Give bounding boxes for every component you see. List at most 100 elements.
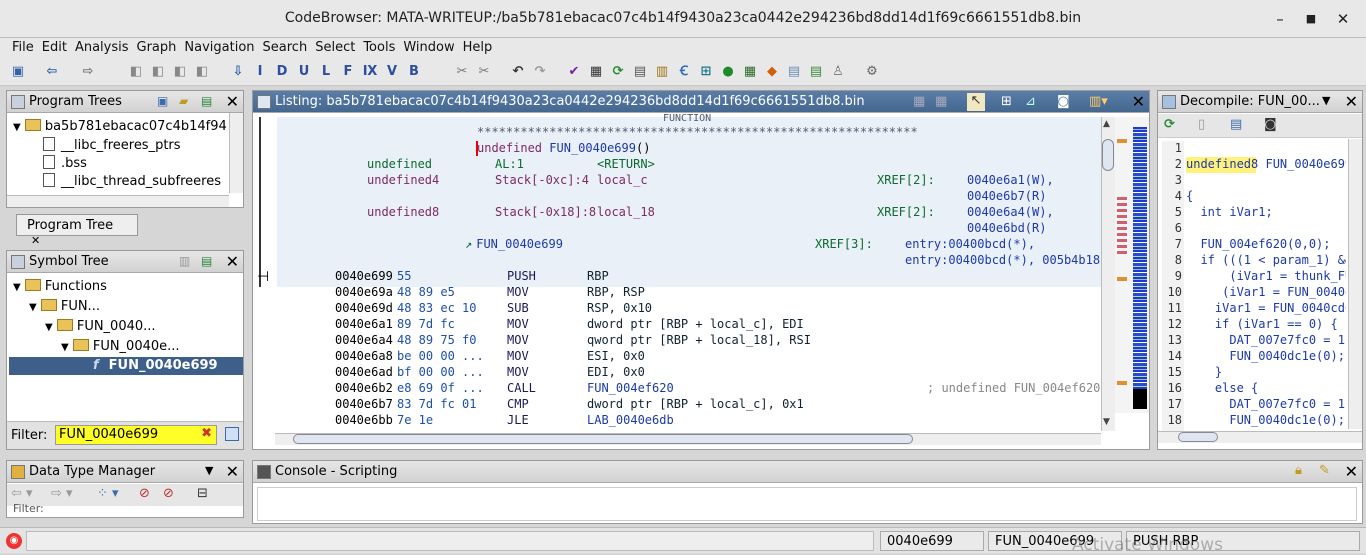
xref-ref[interactable]: 0040e6a1(W), (967, 173, 1054, 189)
close-icon[interactable]: ✕ (1132, 92, 1145, 111)
clear-console-icon[interactable]: ✎ (1319, 463, 1330, 478)
cursor-mode-icon[interactable]: ↖ (967, 93, 985, 111)
instruction-mnemonic[interactable]: MOV (507, 365, 529, 381)
nav-prev-icon[interactable]: ◧ (128, 64, 144, 80)
menu-graph[interactable]: Graph (133, 38, 181, 55)
code-line[interactable]: (iVar1 = thunk_FU (1186, 269, 1346, 285)
xref-ref[interactable]: 0040e6bd(R) (967, 221, 1046, 237)
filter-arrays-icon[interactable]: ⊘ (163, 486, 174, 501)
scroll-up-icon[interactable]: ▲ (1103, 119, 1113, 129)
collapse-all-icon[interactable]: ⊟ (197, 486, 208, 501)
pin-icon[interactable]: ▥ (179, 254, 190, 268)
code-line[interactable]: { (1186, 189, 1346, 205)
back-icon[interactable]: ⇦ (44, 64, 60, 80)
close-icon[interactable]: ✕ (1345, 92, 1358, 111)
symbol-node[interactable]: ▼ FUN... (29, 299, 100, 314)
tree-root[interactable]: ▼ ba5b781ebacac07c4b14f94 (13, 119, 227, 134)
instruction-mnemonic[interactable]: JLE (507, 413, 529, 429)
code-line[interactable]: else { (1186, 381, 1346, 397)
copy-icon[interactable]: ▦ (913, 94, 925, 109)
function-label[interactable]: ↗ FUN_0040e699 (465, 237, 563, 253)
menu-window[interactable]: Window (399, 38, 458, 55)
error-icon[interactable]: ◉ (6, 533, 22, 549)
next-bytes-icon[interactable]: Ⅸ (362, 64, 378, 80)
menu-analysis[interactable]: Analysis (71, 38, 133, 55)
code-line[interactable] (1186, 221, 1346, 237)
undo-icon[interactable]: ↶ (510, 64, 526, 80)
collapse-icon[interactable]: ▼ (13, 282, 21, 293)
var-name[interactable]: local_18 (597, 205, 655, 221)
calculator-icon[interactable]: ▦ (588, 64, 604, 80)
instruction-address[interactable]: 0040e6b7 (335, 397, 393, 413)
symbol-node[interactable]: ▼ FUN_0040... (45, 319, 156, 334)
instruction-address[interactable]: 0040e6a1 (335, 317, 393, 333)
menu-tools[interactable]: Tools (359, 38, 399, 55)
var-name[interactable]: local_c (597, 173, 648, 189)
tree-item[interactable]: __libc_freeres_ptrs (43, 137, 181, 153)
menu-edit[interactable]: Edit (38, 38, 71, 55)
close-tab-icon[interactable]: ✕ (31, 234, 40, 247)
instruction-operands[interactable]: dword ptr [RBP + local_c], 0x1 (587, 397, 804, 413)
next-label-icon[interactable]: L (318, 64, 334, 80)
symbol-node[interactable]: ▼ FUN_0040e... (61, 339, 180, 354)
next-bookmark-icon[interactable]: B (406, 64, 422, 80)
export-tree-icon[interactable]: ▤ (201, 94, 212, 108)
next-down-icon[interactable]: ⇩ (230, 64, 246, 80)
scroll-thumb[interactable] (1102, 139, 1114, 171)
sig-name[interactable]: FUN_0040e699 (549, 141, 636, 155)
sync-icon[interactable]: ⁘ ▾ (97, 486, 119, 501)
instruction-address[interactable]: 0040e699 (335, 269, 393, 285)
minimize-button[interactable]: – (1270, 9, 1290, 29)
export-icon[interactable]: ▤ (808, 64, 824, 80)
redo-icon[interactable]: ↷ (532, 64, 548, 80)
menu-dropdown-icon[interactable]: ▼ (205, 464, 213, 477)
close-icon[interactable]: ✕ (226, 252, 239, 271)
instruction-mnemonic[interactable]: CMP (507, 397, 529, 413)
check-icon[interactable]: ✔ (566, 64, 582, 80)
memory-icon[interactable]: ▦ (742, 64, 758, 80)
code-line[interactable]: FUN_0040dc1e(0); (1186, 413, 1346, 429)
run-icon[interactable]: ● (720, 64, 736, 80)
paste-icon[interactable]: ✂ (476, 64, 492, 80)
instruction-operands[interactable]: qword ptr [RBP + local_18], RSI (587, 333, 811, 349)
tree-item[interactable]: .bss (43, 155, 87, 171)
instruction-mnemonic[interactable]: MOV (507, 333, 529, 349)
instruction-operands[interactable]: RBP, RSP (587, 285, 645, 301)
close-icon[interactable]: ✕ (1345, 462, 1358, 481)
label-xref-ref[interactable]: entry:00400bcd(*), (905, 237, 1035, 253)
code-line[interactable]: (iVar1 = FUN_0040e (1186, 285, 1346, 301)
export-symbol-icon[interactable]: ▤ (201, 254, 212, 268)
horizontal-scrollbar[interactable] (7, 195, 229, 207)
scroll-down-icon[interactable]: ▼ (1103, 417, 1113, 427)
console-output[interactable] (257, 487, 1357, 521)
clear-filter-icon[interactable]: ✖ (201, 426, 212, 441)
paste-icon[interactable]: ▦ (935, 94, 947, 109)
collapse-icon[interactable]: ▼ (45, 322, 53, 333)
decompile-vscrollbar[interactable] (1348, 139, 1362, 429)
symbol-filter-input[interactable]: FUN_0040e699 ✖ (55, 425, 217, 445)
tree-item[interactable]: __libc_thread_subfreeres (43, 173, 221, 189)
menu-file[interactable]: File (8, 38, 38, 55)
lock-icon[interactable]: 🔒︎ (1295, 463, 1302, 478)
var-name[interactable]: <RETURN> (597, 157, 655, 173)
instruction-mnemonic[interactable]: MOV (507, 317, 529, 333)
instruction-address[interactable]: 0040e6ad (335, 365, 393, 381)
copy-icon[interactable]: ▯ (1198, 117, 1205, 132)
menu-help[interactable]: Help (459, 38, 497, 55)
instruction-address[interactable]: 0040e6bb (335, 413, 393, 429)
close-icon[interactable]: ✕ (226, 92, 239, 111)
scroll-thumb[interactable] (293, 434, 913, 444)
diamond-icon[interactable]: ◆ (764, 64, 780, 80)
collapse-icon[interactable]: ▼ (13, 122, 21, 133)
code-line[interactable]: FUN_0040dc1e(0); (1186, 349, 1346, 365)
code-line[interactable]: } (1186, 365, 1346, 381)
scroll-thumb[interactable] (1178, 432, 1218, 442)
nav-next-icon[interactable]: ◧ (150, 64, 166, 80)
snapshot-icon[interactable]: ◙ (1264, 117, 1277, 132)
filter-options-icon[interactable] (225, 427, 239, 441)
tree-icon[interactable]: ♙ (830, 64, 846, 80)
forward-icon[interactable]: ⇨ (80, 64, 96, 80)
next-undefined-icon[interactable]: U (296, 64, 312, 80)
table-icon[interactable]: ▤ (786, 64, 802, 80)
vertical-scrollbar[interactable] (229, 113, 243, 193)
